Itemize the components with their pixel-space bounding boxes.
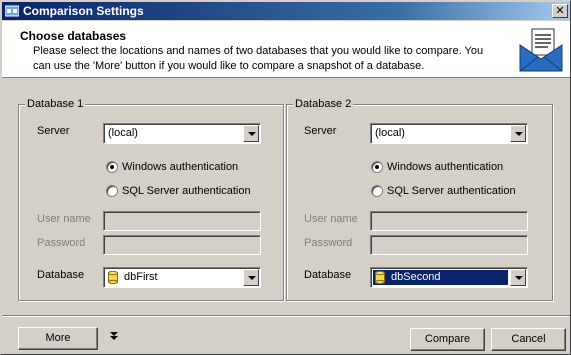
database-select[interactable]: dbFirst xyxy=(103,267,261,288)
page-title: Choose databases xyxy=(20,29,127,43)
password-field xyxy=(103,235,261,255)
comparison-settings-dialog: Comparison Settings ✕ Choose databases P… xyxy=(0,0,571,355)
username-field xyxy=(103,211,261,231)
database-select[interactable]: dbSecond xyxy=(370,267,528,288)
database-value: dbSecond xyxy=(391,271,441,283)
selected-highlight: dbSecond xyxy=(373,270,508,285)
server-select[interactable]: (local) xyxy=(103,123,261,144)
database-icon xyxy=(375,271,385,284)
cancel-button[interactable]: Cancel xyxy=(491,328,566,351)
more-button[interactable]: More xyxy=(18,327,98,350)
double-chevron-down-icon[interactable] xyxy=(109,331,119,341)
windows-auth-label[interactable]: Windows authentication xyxy=(387,161,503,173)
page-description: Please select the locations and names of… xyxy=(33,45,484,72)
username-label: User name xyxy=(37,213,91,225)
window-title: Comparison Settings xyxy=(23,4,144,18)
chevron-down-icon[interactable] xyxy=(510,269,526,286)
sql-auth-label[interactable]: SQL Server authentication xyxy=(387,185,516,197)
chevron-down-icon[interactable] xyxy=(243,125,259,142)
server-label: Server xyxy=(304,125,337,137)
title-bar: Comparison Settings ✕ xyxy=(2,2,570,20)
windows-auth-radio[interactable] xyxy=(106,161,118,173)
password-field xyxy=(370,235,528,255)
username-label: User name xyxy=(304,213,358,225)
chevron-down-icon[interactable] xyxy=(510,125,526,142)
username-field xyxy=(370,211,528,231)
database-label: Database xyxy=(304,269,352,281)
footer-separator xyxy=(2,315,570,317)
database-label: Database xyxy=(37,269,85,281)
app-icon xyxy=(4,5,20,17)
password-label: Password xyxy=(37,237,86,249)
server-value: (local) xyxy=(375,127,405,139)
database1-group: Database 1 Server (local) Windows authen… xyxy=(18,98,284,301)
header-panel: Choose databases Please select the locat… xyxy=(2,21,570,78)
database-value: dbFirst xyxy=(124,271,158,283)
database2-group: Database 2 Server (local) Windows authen… xyxy=(286,98,553,301)
server-select[interactable]: (local) xyxy=(370,123,528,144)
database-icon xyxy=(108,271,118,284)
sql-auth-radio[interactable] xyxy=(106,185,118,197)
chevron-down-icon[interactable] xyxy=(243,269,259,286)
windows-auth-radio[interactable] xyxy=(371,161,383,173)
compare-button[interactable]: Compare xyxy=(410,328,485,351)
close-button[interactable]: ✕ xyxy=(552,4,568,18)
close-icon: ✕ xyxy=(555,5,565,17)
server-label: Server xyxy=(37,125,70,137)
sql-auth-radio[interactable] xyxy=(371,185,383,197)
database2-legend: Database 2 xyxy=(293,98,354,110)
server-value: (local) xyxy=(108,127,138,139)
envelope-document-icon xyxy=(519,28,563,72)
database1-legend: Database 1 xyxy=(25,98,86,110)
password-label: Password xyxy=(304,237,353,249)
windows-auth-label[interactable]: Windows authentication xyxy=(122,161,238,173)
sql-auth-label[interactable]: SQL Server authentication xyxy=(122,185,251,197)
